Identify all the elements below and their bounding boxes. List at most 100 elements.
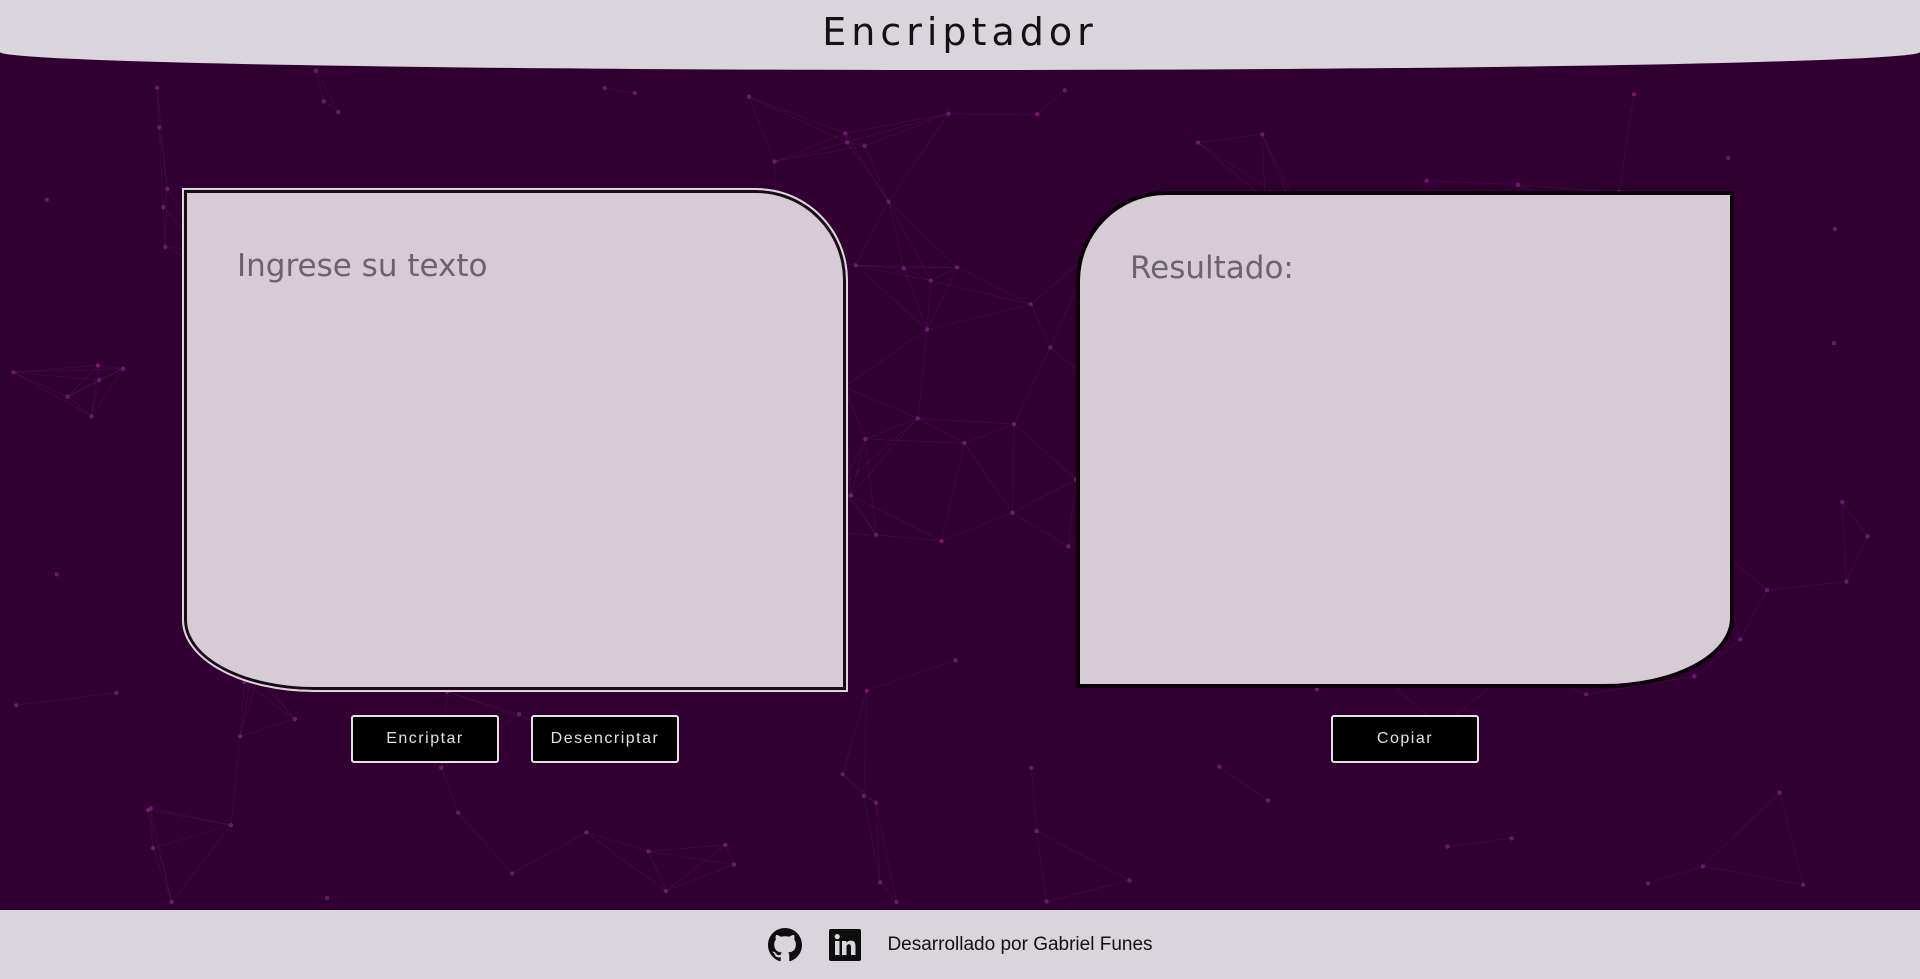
background-link-line bbox=[863, 795, 877, 804]
background-link-line bbox=[13, 371, 100, 381]
background-link-line bbox=[864, 113, 949, 147]
background-link-line bbox=[1011, 424, 1015, 513]
background-dot bbox=[150, 845, 156, 851]
background-dot bbox=[962, 440, 967, 446]
footer-credit: Desarrollado por Gabriel Funes bbox=[887, 933, 1153, 955]
background-dot bbox=[1445, 844, 1450, 849]
background-link-line bbox=[147, 810, 154, 849]
background-link-line bbox=[964, 423, 1015, 444]
background-link-line bbox=[844, 133, 848, 143]
background-dot bbox=[915, 416, 921, 421]
linkedin-icon bbox=[829, 928, 862, 961]
background-dot bbox=[1800, 882, 1806, 887]
input-textarea[interactable] bbox=[237, 248, 797, 648]
background-link-line bbox=[156, 87, 168, 189]
background-link-line bbox=[865, 438, 965, 444]
background-link-line bbox=[864, 438, 877, 535]
background-link-line bbox=[67, 379, 100, 398]
background-dot bbox=[1028, 302, 1033, 307]
background-dot bbox=[120, 366, 126, 371]
background-dot bbox=[439, 765, 444, 770]
background-link-line bbox=[748, 96, 775, 162]
background-dot bbox=[321, 99, 327, 104]
background-dot bbox=[89, 414, 94, 419]
background-link-line bbox=[1841, 501, 1869, 537]
background-link-line bbox=[648, 844, 726, 852]
background-dot bbox=[1777, 790, 1782, 795]
background-link-line bbox=[158, 127, 168, 189]
background-link-line bbox=[99, 368, 124, 381]
encrypt-button[interactable]: Encriptar bbox=[351, 715, 499, 763]
background-link-line bbox=[879, 882, 897, 903]
background-link-line bbox=[865, 417, 919, 440]
background-dot bbox=[324, 895, 330, 901]
background-link-line bbox=[875, 802, 881, 883]
background-link-line bbox=[855, 265, 928, 330]
background-dot bbox=[65, 394, 70, 399]
background-dot bbox=[114, 690, 119, 696]
background-dot bbox=[840, 772, 845, 777]
background-dot bbox=[886, 199, 891, 204]
background-link-line bbox=[888, 201, 932, 281]
background-link-line bbox=[1739, 589, 1768, 640]
background-link-line bbox=[843, 386, 919, 419]
background-link-line bbox=[1036, 831, 1048, 902]
background-link-line bbox=[315, 70, 325, 102]
background-link-line bbox=[239, 677, 258, 737]
background-link-line bbox=[1845, 535, 1869, 582]
background-dot bbox=[602, 85, 607, 91]
background-link-line bbox=[842, 690, 868, 775]
background-dot bbox=[746, 94, 752, 100]
background-link-line bbox=[240, 718, 296, 737]
background-link-line bbox=[748, 96, 846, 134]
background-dot bbox=[1840, 499, 1845, 505]
background-link-line bbox=[457, 812, 513, 874]
background-dot bbox=[1011, 421, 1017, 427]
background-link-line bbox=[864, 145, 889, 202]
github-link[interactable] bbox=[767, 927, 803, 963]
background-dot bbox=[228, 822, 234, 828]
background-link-line bbox=[152, 824, 232, 849]
background-link-line bbox=[239, 681, 245, 737]
background-link-line bbox=[1030, 767, 1038, 832]
background-link-line bbox=[230, 736, 241, 826]
background-dot bbox=[169, 899, 174, 905]
background-link-line bbox=[774, 132, 846, 163]
background-dot bbox=[848, 493, 854, 498]
background-dot bbox=[1631, 92, 1637, 97]
background-dot bbox=[1692, 674, 1697, 679]
background-dot bbox=[873, 800, 879, 805]
background-link-line bbox=[91, 368, 124, 417]
copy-button[interactable]: Copiar bbox=[1331, 715, 1479, 763]
background-dot bbox=[1424, 178, 1429, 183]
background-link-line bbox=[1198, 133, 1263, 144]
background-link-line bbox=[748, 96, 848, 143]
background-dot bbox=[723, 842, 728, 848]
background-link-line bbox=[90, 365, 99, 417]
background-link-line bbox=[863, 795, 881, 883]
background-dot bbox=[11, 370, 16, 375]
background-link-line bbox=[1702, 865, 1804, 886]
background-link-line bbox=[855, 264, 958, 268]
background-dot bbox=[336, 109, 341, 115]
background-dot bbox=[1645, 881, 1651, 886]
background-link-line bbox=[917, 329, 928, 419]
background-dot bbox=[928, 278, 933, 283]
background-link-line bbox=[956, 267, 1031, 305]
background-link-line bbox=[866, 659, 956, 692]
background-dot bbox=[853, 263, 858, 268]
linkedin-link[interactable] bbox=[827, 927, 863, 963]
background-link-line bbox=[648, 851, 667, 892]
background-link-line bbox=[67, 365, 99, 398]
background-link-line bbox=[963, 442, 1013, 514]
page-header: Encriptador bbox=[0, 0, 1920, 70]
background-dot bbox=[843, 131, 848, 136]
background-link-line bbox=[926, 267, 958, 330]
background-dot bbox=[1265, 798, 1271, 803]
background-dot bbox=[632, 90, 637, 96]
background-link-line bbox=[1012, 512, 1069, 547]
decrypt-button[interactable]: Desencriptar bbox=[531, 715, 679, 763]
background-link-line bbox=[850, 495, 877, 536]
background-link-line bbox=[1030, 304, 1051, 348]
background-dot bbox=[1035, 111, 1040, 117]
